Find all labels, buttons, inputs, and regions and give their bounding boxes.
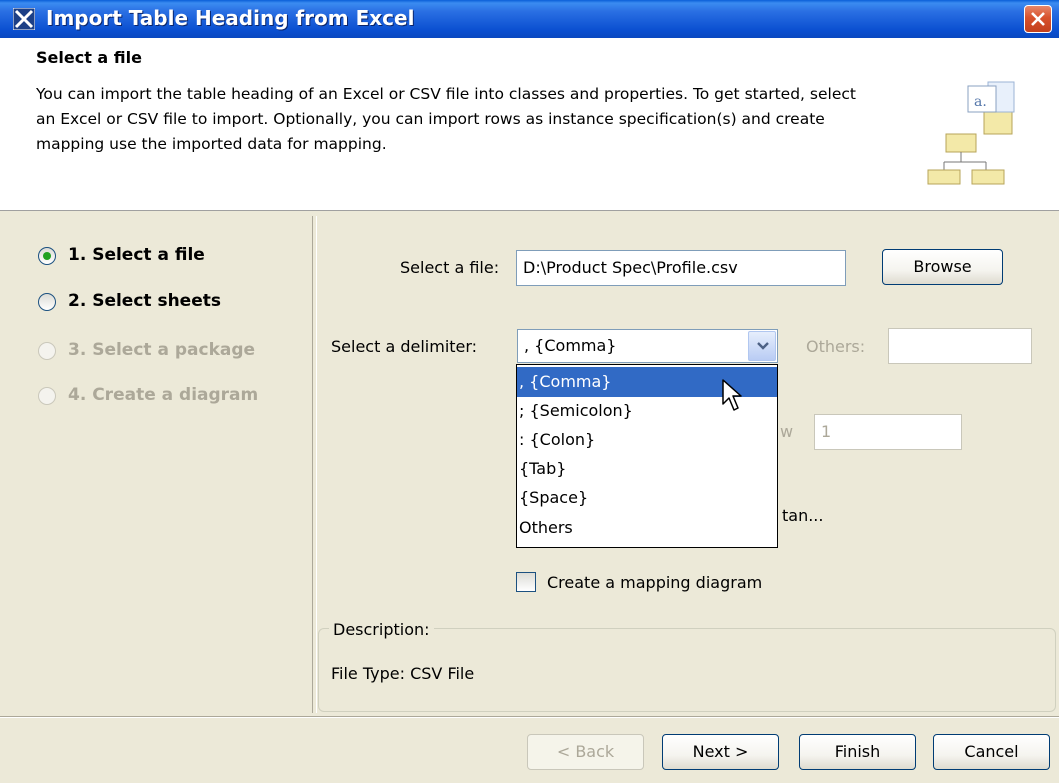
delimiter-select[interactable]: , {Comma} [517, 329, 778, 363]
panel-splitter[interactable] [312, 216, 317, 713]
step-label: 2. Select sheets [68, 291, 221, 311]
header-description: You can import the table heading of an E… [36, 85, 856, 153]
finish-button[interactable]: Finish [799, 734, 916, 770]
file-label: Select a file: [400, 258, 500, 277]
dropdown-option-others[interactable]: Others [517, 513, 777, 543]
hidden-option-label-partial: tan... [782, 506, 824, 525]
table-import-icon: a. [927, 81, 1015, 185]
wizard-header: Select a file You can import the table h… [0, 38, 1059, 211]
dropdown-option-space[interactable]: {Space} [517, 483, 777, 513]
cancel-button[interactable]: Cancel [933, 734, 1050, 770]
close-button[interactable] [1024, 5, 1052, 33]
row-label-partial: w [780, 422, 794, 441]
window-title: Import Table Heading from Excel [46, 6, 415, 30]
header-title: Select a file [36, 48, 142, 67]
step-label: 1. Select a file [68, 245, 205, 265]
dropdown-option-colon[interactable]: : {Colon} [517, 425, 777, 455]
mouse-pointer-icon [722, 379, 742, 411]
app-icon [13, 8, 35, 30]
delimiter-label: Select a delimiter: [331, 337, 478, 356]
step-label: 3. Select a package [68, 340, 256, 360]
mapping-diagram-label[interactable]: Create a mapping diagram [547, 573, 762, 592]
footer-separator [0, 716, 1059, 718]
description-title: Description: [329, 620, 434, 639]
row-input: 1 [814, 414, 962, 450]
import-dialog: Import Table Heading from Excel Select a… [0, 0, 1059, 783]
step-radio[interactable] [38, 247, 56, 265]
chevron-down-icon [757, 342, 769, 350]
title-bar[interactable]: Import Table Heading from Excel [0, 0, 1059, 38]
step-radio [38, 387, 56, 405]
delimiter-selected-value: , {Comma} [524, 336, 617, 355]
mapping-diagram-checkbox[interactable] [516, 572, 536, 592]
close-icon [1031, 12, 1045, 26]
back-button: < Back [527, 734, 644, 770]
file-path-input[interactable]: D:\Product Spec\Profile.csv [516, 250, 846, 286]
step-radio [38, 342, 56, 360]
svg-text:a.: a. [974, 94, 987, 110]
browse-button[interactable]: Browse [882, 249, 1003, 285]
wizard-steps: 1. Select a file 2. Select sheets 3. Sel… [0, 211, 312, 715]
description-text: File Type: CSV File [331, 664, 475, 683]
step-label: 4. Create a diagram [68, 385, 259, 405]
next-button[interactable]: Next > [662, 734, 779, 770]
dropdown-arrow-button[interactable] [748, 331, 776, 361]
others-label: Others: [806, 337, 866, 356]
dropdown-option-tab[interactable]: {Tab} [517, 454, 777, 484]
step-radio[interactable] [38, 293, 56, 311]
others-input [888, 328, 1032, 364]
